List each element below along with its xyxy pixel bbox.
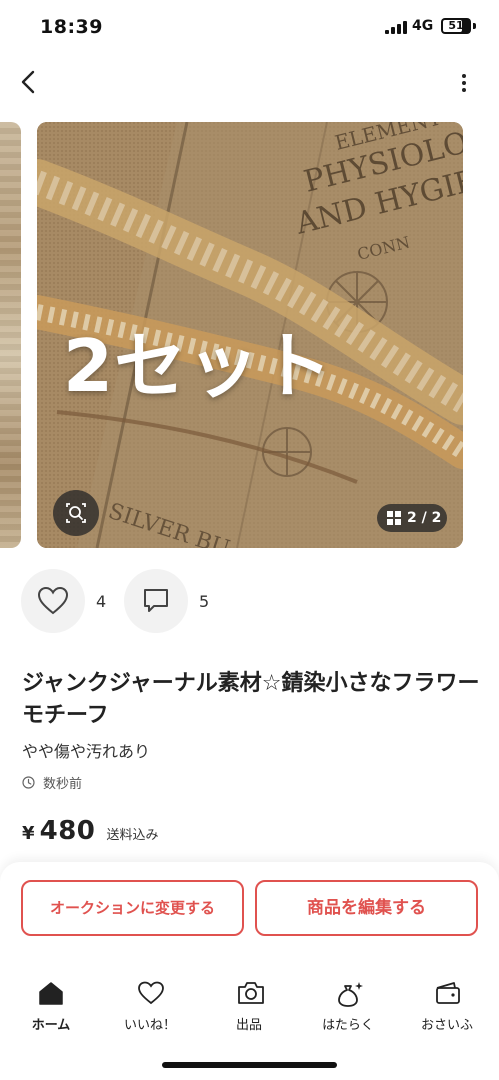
tab-wallet[interactable]: おさいふ	[407, 980, 487, 1036]
camera-icon	[238, 982, 264, 1004]
price-shipping-note: 送料込み	[106, 828, 159, 843]
price: ¥ 480 送料込み	[22, 816, 159, 846]
clock-icon	[22, 776, 35, 789]
likes-count: 4	[96, 592, 107, 611]
tab-sell[interactable]: 出品	[209, 980, 289, 1036]
zoom-button[interactable]	[53, 490, 99, 536]
comments-count: 5	[199, 592, 210, 611]
grid-icon	[387, 511, 401, 525]
item-condition: やや傷や汚れあり	[22, 742, 151, 761]
comment-icon	[144, 589, 168, 612]
page-indicator-text: 2 / 2	[407, 510, 442, 526]
battery-tip	[473, 23, 476, 29]
tab-work[interactable]: はたらく	[308, 980, 388, 1036]
tab-label: いいね！	[123, 1018, 176, 1033]
product-photo[interactable]: ELEMENT PHYSIOLO AND HYGIE CONN SILVER B…	[37, 122, 463, 548]
photo-page-indicator: 2 / 2	[377, 504, 447, 532]
back-button[interactable]	[12, 64, 48, 100]
chevron-left-icon	[21, 70, 35, 94]
tab-label: はたらく	[322, 1018, 374, 1033]
zoom-icon	[66, 503, 86, 523]
previous-photo-thumbnail[interactable]	[0, 122, 21, 548]
network-label: 4G	[412, 18, 434, 34]
wallet-icon	[436, 982, 460, 1004]
signal-icon	[385, 21, 407, 34]
comment-button[interactable]	[124, 569, 188, 633]
battery-level-text: 51	[448, 19, 464, 32]
price-value: 480	[39, 816, 96, 846]
like-button[interactable]	[21, 569, 85, 633]
home-indicator	[162, 1062, 337, 1068]
photo-overlay-text: 2セット	[63, 324, 334, 408]
status-time: 18:39	[40, 16, 103, 38]
home-icon	[39, 982, 63, 1005]
heart-icon	[37, 586, 69, 615]
status-bar: 18:39 4G 51	[0, 0, 499, 54]
heart-icon	[138, 981, 164, 1005]
edit-item-button[interactable]: 商品を編集する	[255, 880, 478, 936]
bag-sparkle-icon	[338, 982, 363, 1007]
change-to-auction-button[interactable]: オークションに変更する	[21, 880, 244, 936]
tab-label: ホーム	[31, 1018, 71, 1033]
tab-likes[interactable]: いいね！	[110, 980, 190, 1036]
tab-label: おさいふ	[420, 1018, 473, 1033]
item-title: ジャンクジャーナル素材☆錆染小さなフラワーモチーフ	[22, 671, 480, 728]
posted-time-text: 数秒前	[43, 777, 83, 792]
tab-home[interactable]: ホーム	[11, 980, 91, 1036]
price-currency: ¥	[22, 823, 35, 844]
more-options-button[interactable]	[448, 64, 480, 100]
tab-label: 出品	[235, 1018, 262, 1033]
